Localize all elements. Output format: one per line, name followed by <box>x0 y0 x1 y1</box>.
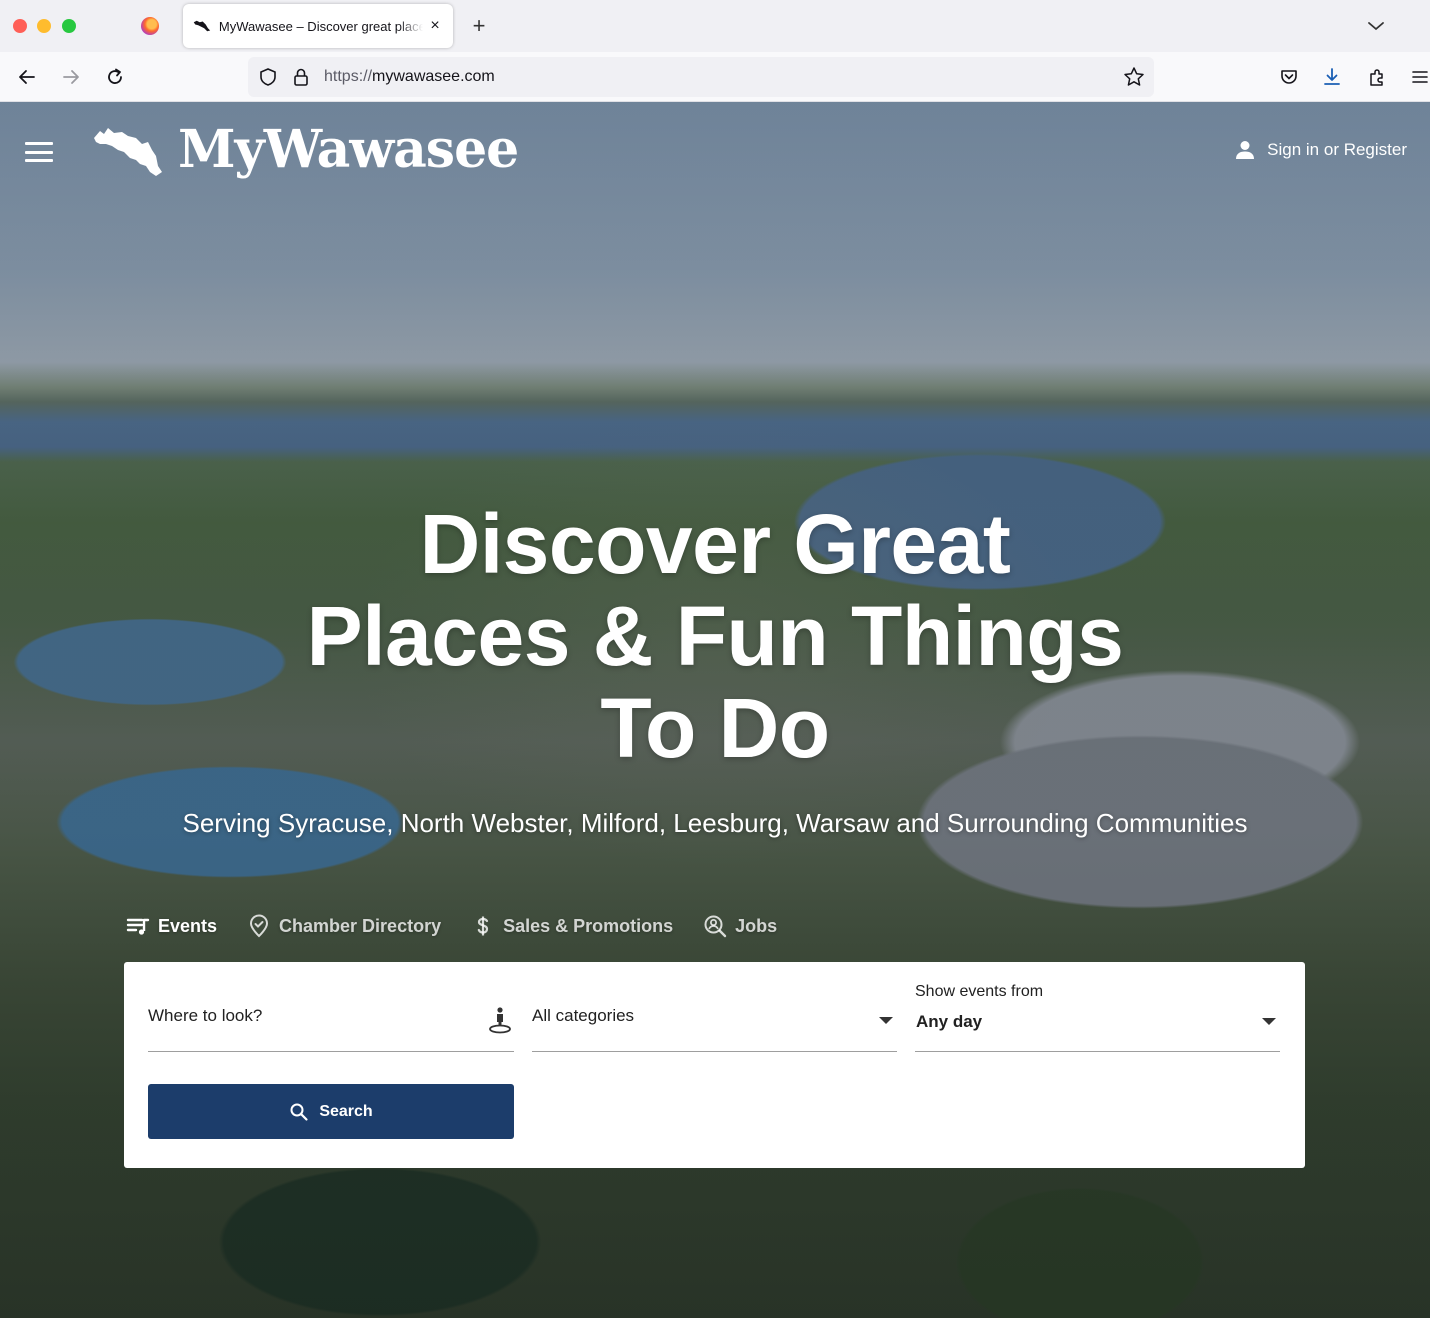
tab-chamber-directory-label: Chamber Directory <box>279 915 442 936</box>
hero-headline: Discover Great Places & Fun Things To Do <box>306 497 1124 775</box>
tab-sales-promotions-label: Sales & Promotions <box>503 915 674 936</box>
job-search-icon <box>703 914 727 938</box>
app-menu-button[interactable] <box>1408 65 1430 89</box>
browser-tab-bar: MyWawasee – Discover great places & fun … <box>0 0 1430 52</box>
url-text[interactable]: https://mywawasee.com <box>324 68 495 86</box>
tab-jobs-label: Jobs <box>735 915 778 936</box>
category-select[interactable]: All categories <box>532 962 897 1052</box>
forward-icon <box>63 70 79 84</box>
window-minimize-button[interactable] <box>37 19 51 33</box>
lock-icon[interactable] <box>290 66 312 88</box>
back-icon <box>19 70 35 84</box>
date-dropdown-caret-icon[interactable] <box>1262 1018 1276 1025</box>
tab-list-chevron-icon[interactable] <box>1364 14 1388 38</box>
category-value: All categories <box>532 1006 635 1025</box>
tab-events-label: Events <box>158 915 218 936</box>
browser-tab-active[interactable]: MyWawasee – Discover great places & fun … <box>183 4 453 48</box>
extensions-button[interactable] <box>1365 65 1389 89</box>
lake-wawasee-logo-icon <box>94 128 162 176</box>
date-range-select[interactable]: Show events from Any day <box>915 962 1280 1052</box>
app-menu-icon <box>1412 71 1428 83</box>
search-type-tabs: Events Chamber Directory Sales & Promoti… <box>126 914 807 938</box>
url-bar[interactable]: https://mywawasee.com <box>248 57 1154 97</box>
map-pin-icon <box>247 914 271 938</box>
user-icon <box>1236 141 1255 159</box>
browser-nav-bar: https://mywawasee.com <box>0 52 1430 102</box>
tab-title: MyWawasee – Discover great places & fun … <box>218 18 424 34</box>
date-range-label: Show events from <box>915 983 1044 1000</box>
window-close-button[interactable] <box>13 19 27 33</box>
search-button[interactable]: Search <box>148 1084 514 1139</box>
tab-chamber-directory[interactable]: Chamber Directory <box>247 914 441 938</box>
reload-icon <box>108 68 122 84</box>
download-icon <box>1324 68 1340 85</box>
window-zoom-button[interactable] <box>62 19 76 33</box>
pocket-icon <box>1281 70 1297 84</box>
tab-sales-promotions[interactable]: Sales & Promotions <box>471 914 673 938</box>
tab-events[interactable]: Events <box>126 914 217 938</box>
sign-in-label: Sign in or Register <box>1267 140 1407 159</box>
pocket-button[interactable] <box>1277 65 1301 89</box>
reload-button[interactable] <box>103 65 127 89</box>
date-range-value: Any day <box>916 1012 983 1031</box>
url-scheme: https:// <box>324 68 373 85</box>
hero-subheadline: Serving Syracuse, North Webster, Milford… <box>182 808 1248 838</box>
search-icon <box>290 1103 308 1121</box>
events-list-icon <box>126 914 150 938</box>
sign-in-register-link[interactable]: Sign in or Register <box>1233 138 1407 162</box>
where-to-look-field[interactable]: Where to look? <box>148 962 514 1052</box>
firefox-icon <box>141 17 159 35</box>
mywawasee-favicon <box>193 20 211 32</box>
tab-jobs[interactable]: Jobs <box>703 914 777 938</box>
dollar-icon <box>471 914 495 938</box>
hero-section: MyWawasee Sign in or Register Discover G… <box>0 102 1430 1318</box>
search-button-label: Search <box>319 1102 373 1120</box>
site-logo[interactable]: MyWawasee <box>92 119 519 180</box>
where-to-look-placeholder: Where to look? <box>148 1006 263 1025</box>
extensions-icon <box>1370 69 1383 86</box>
firefox-view-tab[interactable] <box>128 10 172 42</box>
new-tab-button[interactable]: + <box>467 12 491 40</box>
category-dropdown-caret-icon[interactable] <box>879 1017 893 1024</box>
logo-text: MyWawasee <box>178 119 519 180</box>
downloads-button[interactable] <box>1320 65 1344 89</box>
location-person-icon[interactable] <box>488 1006 512 1034</box>
forward-button[interactable] <box>59 65 83 89</box>
bookmark-star-icon[interactable] <box>1123 66 1145 88</box>
url-host: mywawasee.com <box>372 68 495 85</box>
tab-close-icon[interactable]: × <box>427 17 443 35</box>
back-button[interactable] <box>15 65 39 89</box>
shield-icon[interactable] <box>257 66 279 88</box>
hamburger-menu-icon[interactable] <box>25 142 53 162</box>
event-search-card: Where to look? All categories Show event… <box>124 962 1305 1168</box>
